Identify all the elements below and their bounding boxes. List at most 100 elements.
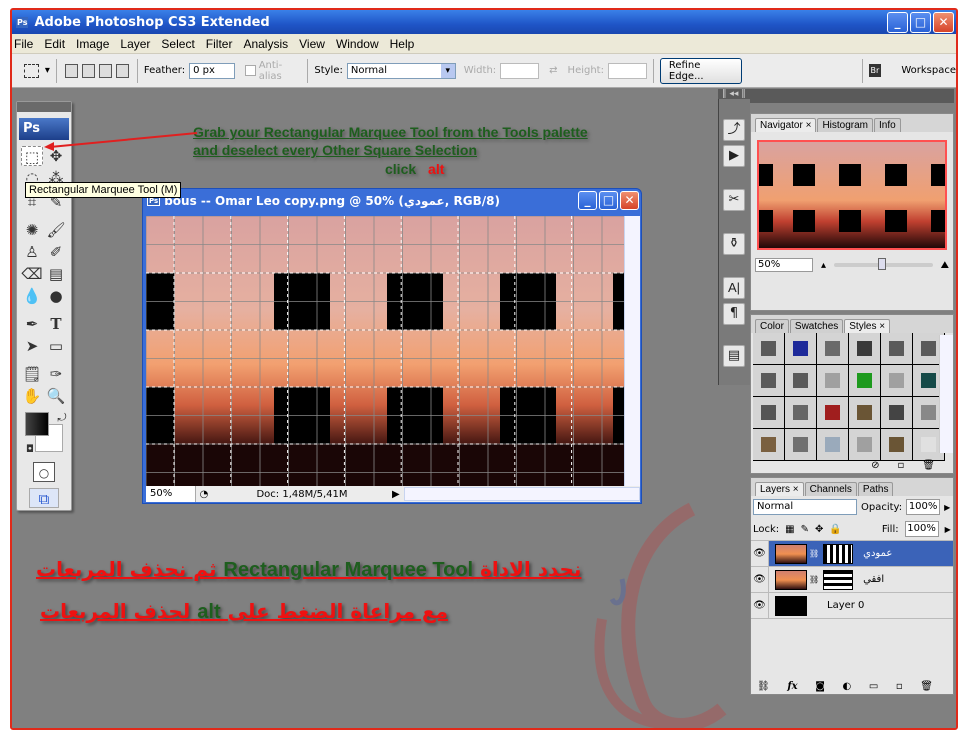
menu-file[interactable]: File — [14, 37, 33, 51]
menu-analysis[interactable]: Analysis — [243, 37, 288, 51]
style-swatch[interactable] — [817, 397, 849, 429]
healing-brush-tool[interactable]: ✺ — [21, 220, 43, 240]
blend-mode-select[interactable]: Normal — [753, 499, 857, 515]
link-icon[interactable]: ⛓ — [809, 549, 819, 558]
anti-alias-checkbox[interactable] — [245, 65, 256, 76]
rectangular-marquee-icon[interactable] — [24, 63, 39, 78]
blur-tool[interactable]: 💧 — [21, 286, 43, 306]
menu-layer[interactable]: Layer — [120, 37, 150, 51]
minimize-button[interactable]: _ — [887, 12, 908, 33]
add-to-selection-icon[interactable] — [81, 63, 95, 78]
style-swatch[interactable] — [849, 333, 881, 365]
rectangular-marquee-tool[interactable]: ⬚ — [21, 146, 43, 166]
eye-icon[interactable]: 👁 — [751, 567, 769, 592]
doc-maximize-button[interactable]: □ — [599, 191, 618, 210]
doc-close-button[interactable]: ✕ — [620, 191, 639, 210]
brushes-icon[interactable]: ⚱ — [723, 233, 745, 255]
tool-presets-icon[interactable]: ✂ — [723, 189, 745, 211]
layer-name[interactable]: افقي — [863, 574, 884, 585]
hand-tool[interactable]: ✋ — [21, 386, 43, 406]
tool-preset-dropdown[interactable]: ▾ — [45, 65, 50, 76]
eye-icon[interactable]: 👁 — [751, 593, 769, 618]
maximize-button[interactable]: □ — [910, 12, 931, 33]
style-swatch[interactable] — [881, 333, 913, 365]
new-layer-icon[interactable]: ▫ — [896, 681, 903, 692]
link-layers-icon[interactable]: ⛓ — [757, 681, 770, 692]
layer-mask-thumbnail[interactable] — [823, 543, 854, 564]
path-selection-tool[interactable]: ➤ — [21, 336, 43, 356]
lock-transparency-icon[interactable]: ▦ — [785, 524, 794, 535]
add-mask-icon[interactable]: ◙ — [815, 681, 825, 692]
rectangle-tool[interactable]: ▭ — [45, 336, 67, 356]
foreground-color-swatch[interactable] — [25, 412, 49, 436]
layer-name[interactable]: عمودي — [863, 548, 892, 559]
opacity-input[interactable]: 100% — [906, 499, 941, 515]
zoom-tool[interactable]: 🔍 — [45, 386, 67, 406]
new-group-icon[interactable]: ▭ — [869, 681, 878, 692]
dock-header[interactable]: ‖ ◂◂ ‖ — [718, 89, 954, 103]
swap-icon[interactable]: ⇄ — [549, 65, 557, 76]
delete-style-icon[interactable]: 🗑 — [922, 460, 935, 471]
tab-channels[interactable]: Channels — [804, 482, 857, 496]
tab-paths[interactable]: Paths — [857, 482, 894, 496]
zoom-in-icon[interactable]: ⛰ — [941, 260, 949, 271]
delete-layer-icon[interactable]: 🗑 — [920, 681, 933, 692]
style-swatch[interactable] — [881, 365, 913, 397]
style-swatch[interactable] — [849, 397, 881, 429]
style-swatch[interactable] — [753, 429, 785, 461]
layer-mask-thumbnail[interactable] — [823, 569, 854, 590]
menu-filter[interactable]: Filter — [206, 37, 233, 51]
vertical-scrollbar[interactable] — [624, 216, 640, 486]
style-swatch[interactable] — [881, 397, 913, 429]
intersect-selection-icon[interactable] — [115, 63, 129, 78]
menu-view[interactable]: View — [299, 37, 325, 51]
tab-navigator[interactable]: Navigator × — [755, 118, 817, 132]
default-colors-icon[interactable]: ◘ — [19, 440, 41, 460]
screen-mode-icon[interactable]: ⧉ — [29, 488, 59, 508]
height-input[interactable] — [607, 62, 647, 79]
style-swatch[interactable] — [753, 397, 785, 429]
style-swatch[interactable] — [753, 333, 785, 365]
quick-mask-icon[interactable]: ○ — [33, 462, 55, 482]
menu-image[interactable]: Image — [76, 37, 109, 51]
lock-pixels-icon[interactable]: ✎ — [801, 524, 809, 535]
lock-all-icon[interactable]: 🔒 — [829, 524, 841, 535]
clone-stamp-tool[interactable]: ♙ — [21, 242, 43, 262]
zoom-out-icon[interactable]: ▴ — [821, 260, 826, 271]
character-icon[interactable]: A| — [723, 277, 745, 299]
style-swatch[interactable] — [785, 333, 817, 365]
menu-window[interactable]: Window — [336, 37, 379, 51]
style-swatch[interactable] — [849, 429, 881, 461]
style-swatch[interactable] — [753, 365, 785, 397]
tab-layers[interactable]: Layers × — [755, 482, 804, 496]
new-style-icon[interactable]: ▫ — [898, 460, 905, 471]
workspace-button[interactable]: Workspace — [901, 65, 956, 76]
style-swatch[interactable] — [817, 333, 849, 365]
doc-minimize-button[interactable]: _ — [578, 191, 597, 210]
style-swatch[interactable] — [785, 397, 817, 429]
layer-comps-icon[interactable]: ▤ — [723, 345, 745, 367]
new-selection-icon[interactable] — [64, 63, 78, 78]
tab-color[interactable]: Color — [755, 319, 789, 333]
fill-input[interactable]: 100% — [904, 521, 939, 537]
fill-arrow-icon[interactable]: ▶ — [945, 525, 951, 534]
document-title-bar[interactable]: Ps bous -- Omar Leo copy.png @ 50% (عمود… — [143, 189, 641, 213]
subtract-from-selection-icon[interactable] — [98, 63, 112, 78]
notes-tool[interactable]: 🗒 — [21, 364, 43, 384]
history-brush-tool[interactable]: ✐ — [45, 242, 67, 262]
tab-swatches[interactable]: Swatches — [789, 319, 844, 333]
eraser-tool[interactable]: ⌫ — [21, 264, 43, 284]
tab-styles[interactable]: Styles × — [844, 319, 891, 333]
menu-edit[interactable]: Edit — [44, 37, 65, 51]
actions-icon[interactable]: ▶ — [723, 145, 745, 167]
layer-style-icon[interactable]: fx — [787, 681, 797, 692]
style-swatch[interactable] — [785, 429, 817, 461]
refine-edge-button[interactable]: Refine Edge... — [659, 57, 742, 84]
status-arrow-icon[interactable]: ▶ — [392, 489, 404, 500]
status-menu-icon[interactable]: ◔ — [196, 489, 212, 500]
opacity-arrow-icon[interactable]: ▶ — [944, 503, 950, 512]
styles-scrollbar[interactable] — [939, 335, 953, 453]
width-input[interactable] — [500, 62, 540, 79]
paragraph-icon[interactable]: ¶ — [723, 303, 745, 325]
document-zoom-field[interactable]: 50% — [146, 486, 196, 502]
